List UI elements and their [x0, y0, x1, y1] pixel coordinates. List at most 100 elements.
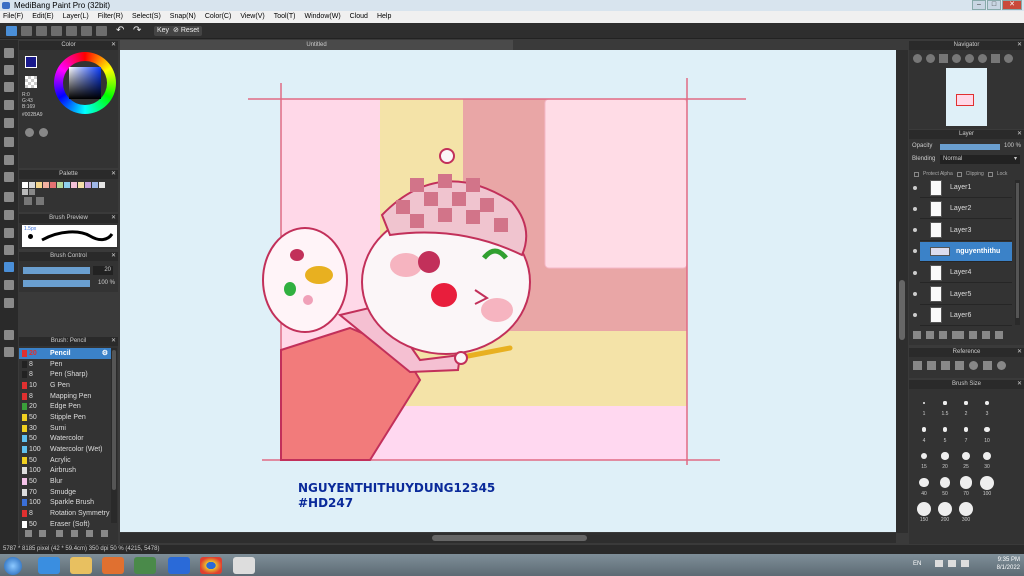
reference-zoom-out-icon[interactable] [997, 361, 1006, 370]
menu-help[interactable]: Help [377, 11, 391, 23]
text-tool-icon[interactable] [4, 262, 14, 272]
canvas-area[interactable]: NGUYENTHITHUYDUNG12345 #HD247 [120, 50, 896, 532]
close-icon[interactable]: ✕ [111, 214, 116, 223]
internet-explorer-icon[interactable] [38, 557, 60, 574]
reset-rotation-icon[interactable] [1004, 54, 1013, 63]
brush-size-slider[interactable] [23, 267, 90, 274]
close-window-button[interactable]: ✕ [1002, 0, 1022, 10]
brush-item[interactable]: 8 Pen (Sharp) [19, 369, 111, 380]
gradient-tool-icon[interactable] [4, 172, 14, 182]
brush-size-option[interactable] [984, 426, 990, 433]
brush-item[interactable]: 100 Airbrush [19, 466, 111, 477]
brush-item[interactable]: 10 G Pen [19, 380, 111, 391]
menu-tool[interactable]: Tool(T) [274, 11, 296, 23]
palette-swatch[interactable] [78, 182, 84, 188]
brush-item[interactable]: 100 Sparkle Brush [19, 498, 111, 509]
minimize-button[interactable]: – [972, 0, 986, 10]
palette-swatch[interactable] [50, 182, 56, 188]
close-icon[interactable]: ✕ [1017, 348, 1022, 357]
shape-tool-icon[interactable] [4, 82, 14, 92]
open-icon[interactable] [21, 26, 32, 36]
layer-row[interactable]: Layer5 [913, 285, 1012, 305]
reference-eyedropper-icon[interactable] [955, 361, 964, 370]
blending-select[interactable]: Normal ▾ [940, 155, 1020, 164]
divide-tool-icon[interactable] [4, 298, 14, 308]
undo-icon[interactable]: ↶ [116, 26, 127, 36]
brush-item[interactable]: 20 Pencil ⚙ [19, 348, 111, 359]
layout-icon[interactable] [81, 26, 92, 36]
close-icon[interactable]: ✕ [1017, 41, 1022, 50]
brush-item[interactable]: 8 Pen [19, 359, 111, 370]
saturation-square[interactable] [69, 67, 101, 99]
navigator-thumbnail[interactable] [946, 68, 987, 126]
start-button[interactable] [4, 557, 22, 575]
flag-icon[interactable] [935, 560, 943, 567]
brush-size-option[interactable] [939, 477, 951, 488]
artwork[interactable]: NGUYENTHITHUYDUNG12345 #HD247 [120, 50, 896, 532]
zoom-in-icon[interactable] [913, 54, 922, 63]
brush-size-option[interactable] [919, 477, 929, 488]
brush-size-option[interactable] [959, 476, 973, 489]
language-indicator[interactable]: EN [913, 561, 921, 567]
vertical-scroll-thumb[interactable] [899, 280, 905, 340]
select-pen-tool-icon[interactable] [4, 245, 14, 255]
palette-swatch[interactable] [22, 189, 28, 195]
menu-layer[interactable]: Layer(L) [63, 11, 89, 23]
brush-item[interactable]: 8 Rotation Symmetry [19, 508, 111, 519]
primary-color-swatch[interactable] [25, 56, 37, 68]
close-icon[interactable]: ✕ [111, 170, 116, 179]
color-history-icon[interactable] [39, 128, 48, 137]
reference-close-icon[interactable] [941, 361, 950, 370]
layer-row[interactable]: Layer6 [913, 306, 1012, 326]
layer-row[interactable]: Layer1 [913, 178, 1012, 198]
bucket-tool-icon[interactable] [4, 155, 14, 165]
brush-size-option[interactable] [943, 401, 947, 405]
protect-alpha-checkbox[interactable] [914, 171, 919, 177]
layer-row[interactable]: Layer2 [913, 199, 1012, 220]
brush-item[interactable]: 50 Stipple Pen [19, 412, 111, 423]
layer-opacity-slider[interactable] [940, 144, 1000, 150]
palette-swatch[interactable] [71, 182, 77, 188]
brush-size-option[interactable] [980, 475, 994, 490]
brush-tool-icon[interactable] [4, 48, 14, 58]
reference-folder-icon[interactable] [927, 361, 936, 370]
grid-icon[interactable] [66, 26, 77, 36]
brush-size-option[interactable] [959, 502, 973, 516]
brush-size-option[interactable] [920, 452, 928, 460]
flip-icon[interactable] [991, 54, 1000, 63]
brush-size-option[interactable] [938, 502, 952, 516]
close-icon[interactable]: ✕ [1017, 130, 1022, 139]
brush-list-scrollbar[interactable] [112, 350, 116, 490]
fill-rect-tool-icon[interactable] [4, 137, 14, 147]
palette-swatch[interactable] [92, 182, 98, 188]
reference-open-icon[interactable] [913, 361, 922, 370]
layer-row[interactable]: nguyenthithu [913, 241, 1012, 262]
gear-icon[interactable]: ⚙ [102, 349, 108, 357]
hand-tool-icon[interactable] [4, 347, 14, 357]
actual-size-icon[interactable] [952, 54, 961, 63]
folder-layer-icon[interactable] [969, 331, 977, 339]
dot-tool-icon[interactable] [4, 100, 14, 110]
fit-view-icon[interactable] [939, 54, 948, 63]
brush-item[interactable]: 100 Watercolor (Wet) [19, 444, 111, 455]
layer-settings-icon[interactable] [982, 331, 990, 339]
color-mode-icon[interactable] [25, 128, 34, 137]
menu-snap[interactable]: Snap(N) [170, 11, 196, 23]
clipping-checkbox[interactable] [956, 171, 962, 177]
delete-palette-icon[interactable] [36, 197, 44, 205]
brush-size-option[interactable] [921, 427, 927, 432]
brush-item[interactable]: 50 Eraser (Soft) [19, 519, 111, 530]
palette-swatch[interactable] [22, 182, 28, 188]
reference-zoom-in-icon[interactable] [969, 361, 978, 370]
medibang-taskbar-icon[interactable] [233, 557, 255, 574]
eye-icon[interactable] [913, 292, 917, 296]
reset-button[interactable]: ⊘ Reset [170, 26, 203, 36]
rotate-right-icon[interactable] [978, 54, 987, 63]
delete-brush-icon[interactable] [101, 530, 108, 537]
panel-icon[interactable] [96, 26, 107, 36]
brush-size-option[interactable] [982, 451, 992, 461]
menu-file[interactable]: File(F) [3, 11, 23, 23]
layer-scrollbar[interactable] [1016, 183, 1019, 318]
lasso-tool-icon[interactable] [4, 210, 14, 220]
volume-icon[interactable] [961, 560, 969, 567]
